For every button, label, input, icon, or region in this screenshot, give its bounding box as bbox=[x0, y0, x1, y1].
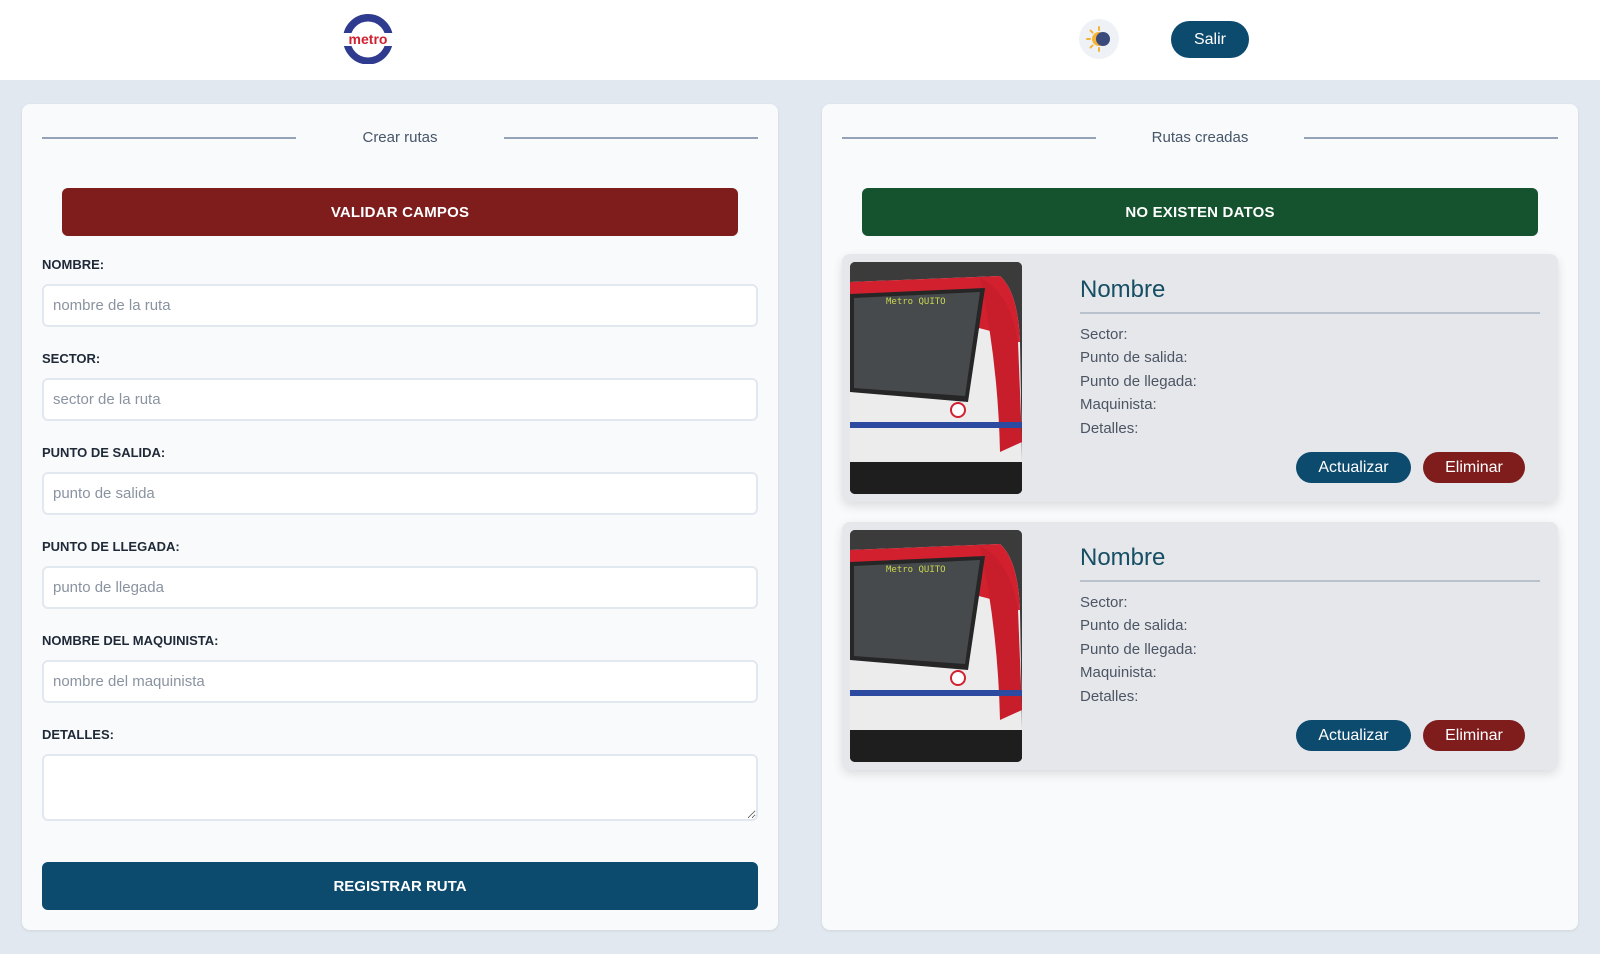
route-name: Nombre bbox=[1080, 544, 1166, 571]
details-textarea[interactable] bbox=[42, 754, 758, 821]
driver-label: NOMBRE DEL MAQUINISTA: bbox=[42, 633, 219, 648]
update-route-button[interactable]: Actualizar bbox=[1296, 452, 1411, 483]
route-driver: Maquinista: bbox=[1080, 396, 1157, 413]
delete-route-button[interactable]: Eliminar bbox=[1423, 452, 1525, 483]
train-image: Metro QUITO bbox=[850, 262, 1022, 494]
route-arrival: Punto de llegada: bbox=[1080, 641, 1197, 658]
route-sector: Sector: bbox=[1080, 594, 1128, 611]
name-label: NOMBRE: bbox=[42, 257, 105, 272]
routes-panel-header: Rutas creadas bbox=[842, 122, 1558, 152]
departure-input[interactable] bbox=[42, 472, 758, 515]
routes-list-panel: Rutas creadas NO EXISTEN DATOS Metro QUI… bbox=[822, 104, 1578, 930]
route-details: Detalles: bbox=[1080, 688, 1139, 705]
theme-toggle-button[interactable] bbox=[1079, 19, 1119, 59]
details-label: DETALLES: bbox=[42, 727, 114, 742]
divider bbox=[1080, 580, 1540, 582]
route-name-input[interactable] bbox=[42, 284, 758, 327]
route-name: Nombre bbox=[1080, 276, 1166, 303]
route-card: Metro QUITO Nombre Sector: Punto de sali… bbox=[842, 522, 1558, 770]
departure-label: PUNTO DE SALIDA: bbox=[42, 445, 166, 460]
validation-alert: VALIDAR CAMPOS bbox=[62, 188, 738, 236]
top-navbar: metro Salir bbox=[0, 0, 1600, 80]
delete-route-button[interactable]: Eliminar bbox=[1423, 720, 1525, 751]
update-route-button[interactable]: Actualizar bbox=[1296, 720, 1411, 751]
train-display-text: Metro QUITO bbox=[886, 565, 946, 575]
logout-button[interactable]: Salir bbox=[1171, 21, 1249, 58]
sector-input[interactable] bbox=[42, 378, 758, 421]
route-card: Metro QUITO Nombre Sector: Punto de sali… bbox=[842, 254, 1558, 502]
no-data-alert: NO EXISTEN DATOS bbox=[862, 188, 1538, 236]
create-route-panel: Crear rutas VALIDAR CAMPOS NOMBRE: SECTO… bbox=[22, 104, 778, 930]
arrival-input[interactable] bbox=[42, 566, 758, 609]
sector-label: SECTOR: bbox=[42, 351, 101, 366]
train-display-text: Metro QUITO bbox=[886, 297, 946, 307]
logo-text: metro bbox=[349, 31, 388, 47]
route-arrival: Punto de llegada: bbox=[1080, 373, 1197, 390]
arrival-label: PUNTO DE LLEGADA: bbox=[42, 539, 180, 554]
driver-name-input[interactable] bbox=[42, 660, 758, 703]
divider bbox=[504, 137, 758, 139]
route-departure: Punto de salida: bbox=[1080, 349, 1188, 366]
divider bbox=[1304, 137, 1558, 139]
sun-moon-icon bbox=[1086, 26, 1110, 52]
register-route-button[interactable]: REGISTRAR RUTA bbox=[42, 862, 758, 910]
route-details: Detalles: bbox=[1080, 420, 1139, 437]
create-panel-header: Crear rutas bbox=[42, 122, 758, 152]
route-departure: Punto de salida: bbox=[1080, 617, 1188, 634]
train-image: Metro QUITO bbox=[850, 530, 1022, 762]
route-sector: Sector: bbox=[1080, 326, 1128, 343]
metro-logo[interactable]: metro bbox=[343, 14, 393, 65]
route-driver: Maquinista: bbox=[1080, 664, 1157, 681]
divider bbox=[1080, 312, 1540, 314]
